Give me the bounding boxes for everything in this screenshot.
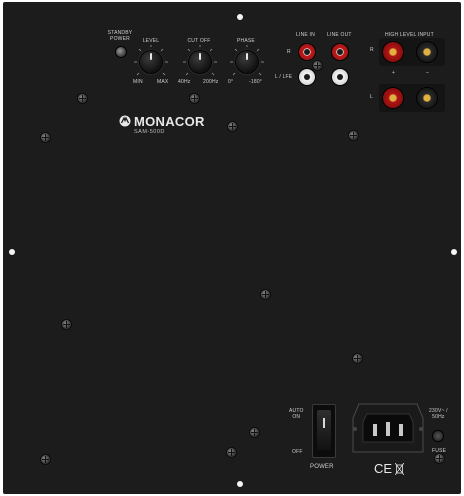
line-out-label: LINE OUT	[327, 32, 352, 38]
iec-power-socket[interactable]	[351, 402, 425, 454]
phase-label: PHASE	[237, 38, 255, 44]
power-switch[interactable]	[312, 404, 336, 458]
level-min-label: MIN	[133, 79, 143, 85]
screw	[349, 131, 358, 140]
screw	[261, 290, 270, 299]
phase-max-label: -180°	[249, 79, 263, 85]
level-label: LEVEL	[142, 38, 160, 44]
phase-min-label: 0°	[228, 79, 234, 85]
screw	[313, 61, 322, 70]
r-minus-terminal[interactable]	[417, 42, 437, 62]
level-max-label: MAX	[157, 79, 169, 85]
line-out-l-jack[interactable]	[332, 69, 348, 85]
cutoff-max-label: 200Hz	[203, 79, 219, 85]
mains-voltage-label: 230V~ / 50Hz	[429, 408, 448, 420]
plus-label: +	[392, 70, 396, 76]
line-out-r-jack[interactable]	[332, 44, 348, 60]
model-name: SAM-500D	[134, 129, 165, 135]
weee-bin-icon	[395, 463, 404, 475]
auto-on-label: AUTO ON	[289, 408, 304, 420]
line-l-lfe-label: L / LFE	[275, 74, 293, 80]
screw	[78, 94, 87, 103]
high-level-r-label: R	[370, 47, 374, 53]
power-label: POWER	[310, 464, 334, 470]
standby-led-icon	[116, 47, 126, 57]
mount-hole	[451, 249, 457, 255]
r-plus-terminal[interactable]	[383, 42, 403, 62]
screw	[41, 133, 50, 142]
screw	[41, 455, 50, 464]
l-plus-terminal[interactable]	[383, 88, 403, 108]
amplifier-panel: STANDBY POWER LEVEL MIN MAX CUT OFF 40Hz…	[3, 2, 461, 494]
level-knob[interactable]	[140, 51, 162, 73]
line-in-label: LINE IN	[296, 32, 315, 38]
l-minus-terminal[interactable]	[417, 88, 437, 108]
mount-hole	[9, 249, 15, 255]
fuse-label: FUSE	[432, 448, 447, 454]
phase-knob[interactable]	[236, 51, 258, 73]
line-in-r-jack[interactable]	[299, 44, 315, 60]
screw	[227, 448, 236, 457]
cutoff-label: CUT OFF	[187, 38, 211, 44]
ce-mark: CE	[374, 461, 393, 476]
mount-hole	[237, 481, 243, 487]
high-level-l-label: L	[370, 94, 373, 100]
screw	[435, 454, 444, 463]
off-label: OFF	[292, 449, 303, 455]
screw	[353, 354, 362, 363]
cutoff-min-label: 40Hz	[178, 79, 191, 85]
mount-hole	[237, 14, 243, 20]
standby-power-label: STANDBY POWER	[107, 30, 133, 42]
line-in-l-jack[interactable]	[299, 69, 315, 85]
cutoff-knob[interactable]	[189, 51, 211, 73]
brand-name: MONACOR	[134, 114, 205, 129]
screw	[62, 320, 71, 329]
minus-label: –	[426, 70, 429, 76]
fuse-holder[interactable]	[433, 431, 443, 441]
monacor-logo-icon	[119, 115, 131, 127]
line-r-label: R	[287, 49, 291, 55]
screw	[250, 428, 259, 437]
screw	[190, 94, 199, 103]
screw	[228, 122, 237, 131]
